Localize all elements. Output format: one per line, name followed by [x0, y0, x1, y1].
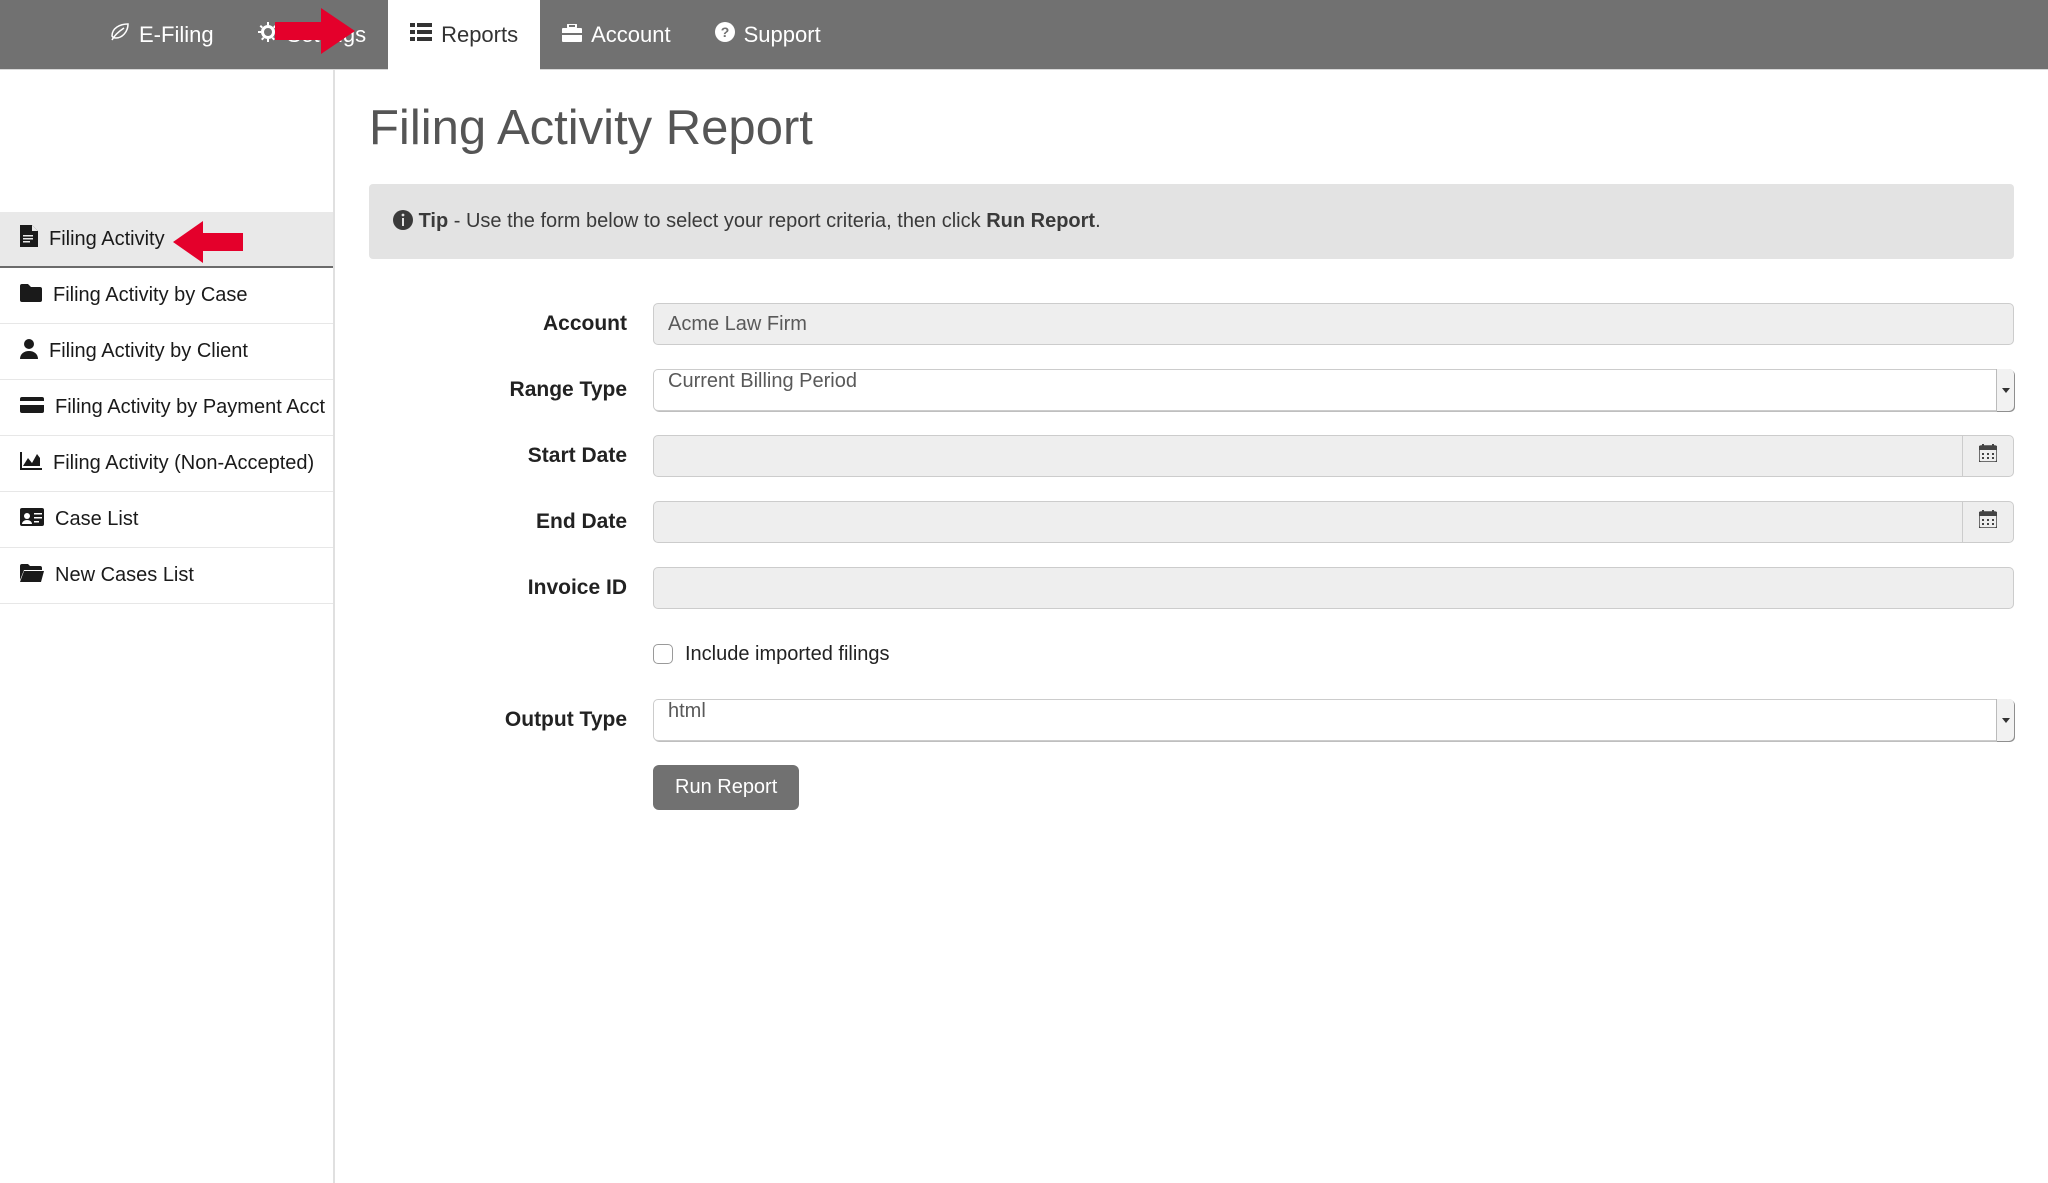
leaf-icon	[110, 22, 130, 48]
gear-icon	[258, 22, 278, 48]
tip-suffix: .	[1095, 210, 1101, 232]
question-icon: ?	[715, 22, 735, 48]
tip-action: Run Report	[986, 210, 1095, 232]
topnav-label: Settings	[287, 22, 367, 48]
tip-box: Tip - Use the form below to select your …	[369, 184, 2014, 259]
sidebar-item-label: Filing Activity (Non-Accepted)	[53, 452, 314, 475]
sidebar-item-label: Filing Activity	[49, 228, 165, 251]
sidebar-filing-non-accepted[interactable]: Filing Activity (Non-Accepted)	[0, 436, 333, 492]
start-date-label: Start Date	[369, 435, 653, 477]
card-icon	[20, 396, 44, 419]
topnav-account[interactable]: Account	[540, 0, 693, 70]
user-icon	[20, 339, 38, 365]
sidebar-filing-by-case[interactable]: Filing Activity by Case	[0, 268, 333, 324]
sidebar-filing-by-client[interactable]: Filing Activity by Client	[0, 324, 333, 380]
sidebar-filing-by-payment[interactable]: Filing Activity by Payment Acct	[0, 380, 333, 436]
range-type-label: Range Type	[369, 369, 653, 411]
topnav-label: Account	[591, 22, 671, 48]
calendar-icon	[1979, 444, 1997, 468]
topnav-settings[interactable]: Settings	[236, 0, 389, 70]
output-type-select[interactable]: html	[653, 699, 2014, 741]
start-date-picker-button[interactable]	[1962, 435, 2014, 477]
tip-prefix: Tip	[419, 210, 449, 232]
sidebar: Filing Activity Filing Activity by Case …	[0, 70, 335, 1183]
start-date-input[interactable]	[653, 435, 1962, 477]
topnav: E-Filing Settings Reports Account ? Supp…	[0, 0, 2048, 70]
invoice-id-label: Invoice ID	[369, 567, 653, 609]
topnav-efiling[interactable]: E-Filing	[88, 0, 236, 70]
sidebar-case-list[interactable]: Case List	[0, 492, 333, 548]
topnav-label: E-Filing	[139, 22, 214, 48]
info-icon	[393, 210, 419, 232]
svg-text:?: ?	[720, 24, 729, 40]
sidebar-item-label: Filing Activity by Client	[49, 340, 248, 363]
list-icon	[410, 22, 432, 48]
id-icon	[20, 508, 44, 532]
account-input	[653, 303, 2014, 345]
file-icon	[20, 225, 38, 253]
sidebar-filing-activity[interactable]: Filing Activity	[0, 212, 333, 268]
topnav-reports[interactable]: Reports	[388, 0, 540, 70]
calendar-icon	[1979, 510, 1997, 534]
topnav-support[interactable]: ? Support	[693, 0, 843, 70]
folder-icon	[20, 284, 42, 308]
invoice-id-input[interactable]	[653, 567, 2014, 609]
sidebar-item-label: Case List	[55, 508, 138, 531]
end-date-label: End Date	[369, 501, 653, 543]
page-title: Filing Activity Report	[369, 100, 2014, 156]
output-type-label: Output Type	[369, 699, 653, 741]
sidebar-new-cases-list[interactable]: New Cases List	[0, 548, 333, 604]
topnav-label: Reports	[441, 22, 518, 48]
end-date-input[interactable]	[653, 501, 1962, 543]
briefcase-icon	[562, 22, 582, 48]
include-imported-label: Include imported filings	[685, 643, 890, 666]
sidebar-item-label: New Cases List	[55, 564, 194, 587]
sidebar-item-label: Filing Activity by Payment Acct	[55, 396, 325, 419]
sidebar-item-label: Filing Activity by Case	[53, 284, 248, 307]
tip-text: - Use the form below to select your repo…	[448, 210, 986, 232]
area-chart-icon	[20, 452, 42, 476]
end-date-picker-button[interactable]	[1962, 501, 2014, 543]
folder-open-icon	[20, 564, 44, 588]
include-imported-checkbox[interactable]	[653, 644, 673, 664]
range-type-select[interactable]: Current Billing Period	[653, 369, 2014, 411]
account-label: Account	[369, 303, 653, 345]
run-report-button[interactable]: Run Report	[653, 765, 799, 810]
main-content: Filing Activity Report Tip - Use the for…	[335, 70, 2048, 1183]
topnav-label: Support	[744, 22, 821, 48]
